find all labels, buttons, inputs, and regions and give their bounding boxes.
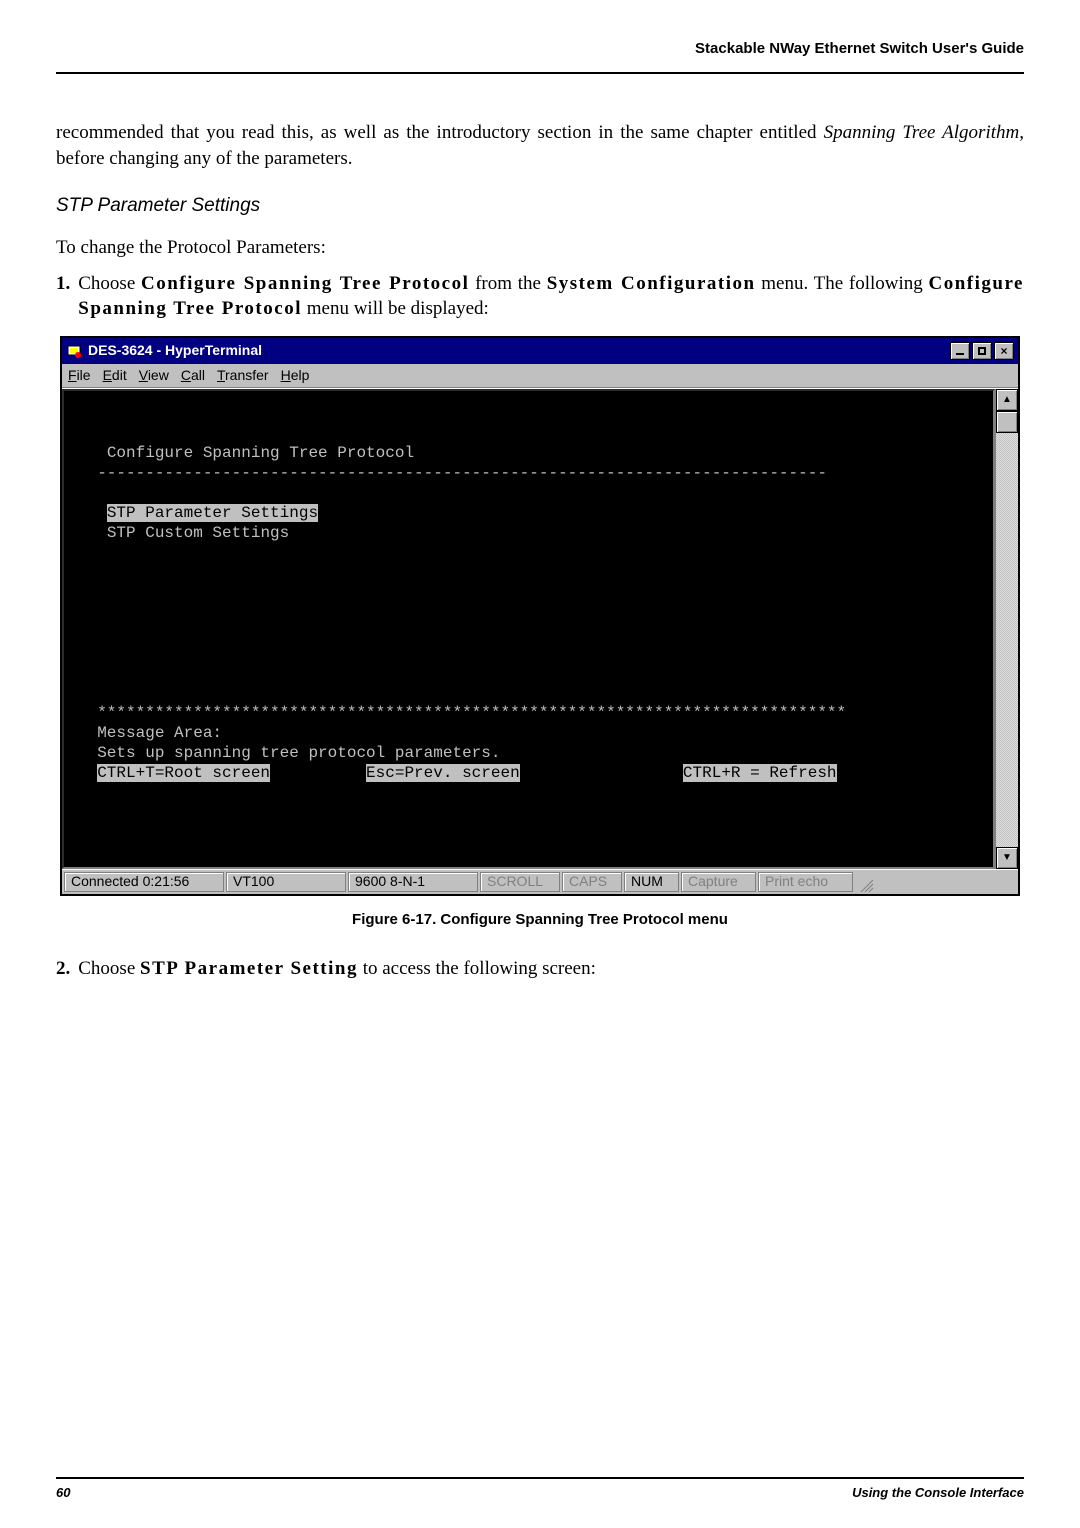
step1-g: menu will be displayed: (302, 298, 489, 319)
scroll-thumb[interactable] (996, 411, 1018, 433)
window-title: DES-3624 - HyperTerminal (88, 341, 944, 360)
step-2-number: 2. (56, 956, 70, 982)
close-button[interactable]: × (994, 342, 1014, 360)
terminal-screen[interactable]: Configure Spanning Tree Protocol -------… (62, 389, 995, 869)
step2-b: STP Parameter Setting (140, 958, 358, 979)
page-footer: 60 Using the Console Interface (56, 1477, 1024, 1500)
scroll-down-button[interactable]: ▼ (996, 847, 1018, 869)
maximize-button[interactable] (972, 342, 992, 360)
step2-a: Choose (78, 958, 140, 979)
status-capture: Capture (681, 872, 756, 892)
step2-c: to access the following screen: (358, 958, 596, 979)
term-hint-prev: Esc=Prev. screen (366, 764, 520, 782)
term-heading: Configure Spanning Tree Protocol (107, 444, 414, 462)
term-msg-label: Message Area: (97, 724, 222, 742)
intro-paragraph: recommended that you read this, as well … (56, 120, 1024, 171)
term-item-selected[interactable]: STP Parameter Settings (107, 504, 318, 522)
status-connection: Connected 0:21:56 (64, 872, 224, 892)
intro-em: Spanning Tree Algorithm, (824, 122, 1024, 143)
figure-caption: Figure 6-17. Configure Spanning Tree Pro… (56, 910, 1024, 930)
status-num: NUM (624, 872, 679, 892)
app-icon (66, 343, 82, 359)
menubar: File Edit View Call Transfer Help (62, 364, 1018, 388)
subheading-stp-parameter-settings: STP Parameter Settings (56, 193, 1024, 219)
status-printecho: Print echo (758, 872, 853, 892)
menu-transfer[interactable]: Transfer (217, 366, 269, 385)
hyperterminal-window: DES-3624 - HyperTerminal × File Edit Vie… (60, 336, 1020, 896)
page-number: 60 (56, 1485, 70, 1500)
status-caps: CAPS (562, 872, 622, 892)
step-1: 1. Choose Configure Spanning Tree Protoc… (56, 271, 1024, 322)
step1-b: Configure Spanning Tree Protocol (141, 273, 469, 294)
term-hint-root: CTRL+T=Root screen (97, 764, 270, 782)
change-paragraph: To change the Protocol Parameters: (56, 235, 1024, 261)
step1-a: Choose (78, 273, 141, 294)
step1-e: menu. The following (756, 273, 929, 294)
status-emulation: VT100 (226, 872, 346, 892)
scroll-up-button[interactable]: ▲ (996, 389, 1018, 411)
scroll-track[interactable] (996, 433, 1018, 847)
intro-tail: before changing any of the parameters. (56, 148, 352, 169)
step-2: 2. Choose STP Parameter Setting to acces… (56, 956, 1024, 982)
resize-grip-icon[interactable] (855, 872, 873, 892)
step1-d: System Configuration (547, 273, 756, 294)
menu-file[interactable]: File (68, 366, 91, 385)
step-1-number: 1. (56, 271, 70, 322)
vertical-scrollbar[interactable]: ▲ ▼ (995, 389, 1018, 869)
status-line: 9600 8-N-1 (348, 872, 478, 892)
menu-call[interactable]: Call (181, 366, 205, 385)
header-rule (56, 72, 1024, 74)
footer-rule (56, 1477, 1024, 1479)
titlebar[interactable]: DES-3624 - HyperTerminal × (62, 338, 1018, 364)
status-scroll: SCROLL (480, 872, 560, 892)
running-head: Stackable NWay Ethernet Switch User's Gu… (695, 40, 1024, 57)
term-msg-text: Sets up spanning tree protocol parameter… (97, 744, 500, 762)
menu-help[interactable]: Help (281, 366, 310, 385)
term-item-custom[interactable]: STP Custom Settings (107, 524, 289, 542)
menu-view[interactable]: View (139, 366, 169, 385)
intro-text: recommended that you read this, as well … (56, 122, 824, 143)
term-hint-refresh: CTRL+R = Refresh (683, 764, 837, 782)
minimize-button[interactable] (950, 342, 970, 360)
term-stars: ****************************************… (97, 704, 846, 722)
statusbar: Connected 0:21:56 VT100 9600 8-N-1 SCROL… (62, 869, 1018, 894)
step1-c: from the (469, 273, 546, 294)
term-divider: ----------------------------------------… (97, 464, 827, 482)
menu-edit[interactable]: Edit (103, 366, 127, 385)
footer-section: Using the Console Interface (852, 1485, 1024, 1500)
